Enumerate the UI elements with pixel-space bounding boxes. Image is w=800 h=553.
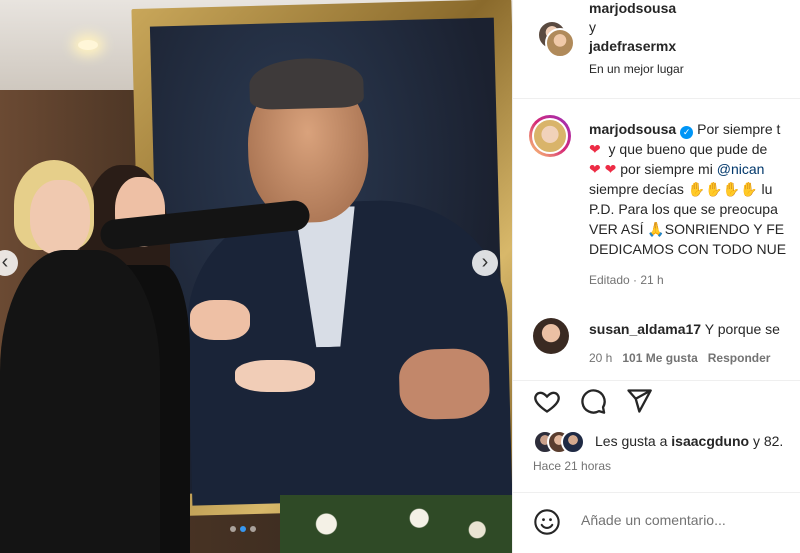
chevron-left-icon: ‹ (1, 251, 9, 273)
comment-body: Y porque se (704, 321, 780, 337)
portrait-canvas (149, 17, 512, 506)
avatar[interactable] (545, 28, 575, 58)
caption-username[interactable]: marjodsousa (589, 121, 676, 137)
portrait-man-hands (398, 347, 491, 421)
likes-prefix: Les gusta a (595, 433, 668, 449)
caption-line-6-suffix: SONRIENDO Y FE (664, 221, 785, 237)
comment-likes[interactable]: 101 Me gusta (622, 351, 697, 365)
carousel-dot (230, 526, 236, 532)
verified-badge-icon: ✓ (680, 126, 694, 139)
portrait-man-hair (248, 57, 365, 110)
pray-emoji-icon: 🙏 (647, 221, 665, 237)
emoji-icon[interactable] (533, 508, 561, 536)
heart-outline-icon[interactable] (533, 387, 561, 415)
chevron-right-icon: › (481, 251, 489, 273)
likes-user[interactable]: isaacgduno (671, 433, 749, 449)
add-comment-bar (513, 492, 800, 553)
caption-line-3: por siempre mi (620, 161, 713, 177)
comment-input[interactable] (579, 511, 783, 529)
ceiling-lamp (78, 40, 98, 50)
comment-meta: 20 h 101 Me gusta Responder (589, 351, 770, 365)
comment-time: 20 h (589, 351, 613, 365)
action-bar (513, 380, 800, 421)
caption-line-2: y que bueno que pude de (608, 141, 768, 157)
collab-names: marjodsousa y jadefrasermx (589, 0, 676, 56)
caption-mention[interactable]: @nican (717, 161, 765, 177)
post-photo: ‹ › (0, 0, 512, 553)
comment-avatar[interactable] (533, 318, 569, 354)
likes-summary[interactable]: Les gusta a isaacgduno y 82. (595, 433, 783, 449)
caption-avatar[interactable] (529, 115, 571, 157)
caption-line-1: Por siempre t (697, 121, 781, 137)
heart-emoji-icon: ❤ (589, 141, 601, 157)
collab-user-1[interactable]: marjodsousa (589, 0, 676, 18)
post-header: marjodsousa y jadefrasermx En un mejor l… (513, 0, 800, 99)
collab-joiner: y (589, 19, 596, 35)
clap-emoji-icon: ✋✋✋✋ (687, 181, 758, 197)
caption-line-6: VER ASÍ (589, 221, 644, 237)
post-location[interactable]: En un mejor lugar (589, 62, 684, 76)
avatar[interactable] (561, 430, 585, 454)
comment-username[interactable]: susan_aldama17 (589, 321, 701, 337)
paper-plane-icon[interactable] (625, 387, 653, 415)
woman-hand-2 (190, 300, 250, 340)
comment-bubble-icon[interactable] (579, 387, 607, 415)
comment-text: susan_aldama17 Y porque se (589, 321, 780, 337)
carousel-dot (250, 526, 256, 532)
likes-row: Les gusta a isaacgduno y 82. (533, 430, 800, 454)
comments-list[interactable]: marjodsousa ✓ Por siempre t ❤ y que bueno … (513, 99, 800, 379)
collab-avatars[interactable] (537, 20, 577, 60)
heart-emoji-icon: ❤ ❤ (589, 161, 617, 177)
caption-line-5: P.D. Para los que se preocupa (589, 201, 778, 217)
carousel-next-button[interactable]: › (472, 250, 498, 276)
collab-user-2[interactable]: jadefrasermx (589, 37, 676, 56)
carousel-dot-active (240, 526, 246, 532)
likes-suffix: y 82. (752, 433, 784, 449)
post-side-panel: marjodsousa y jadefrasermx En un mejor l… (512, 0, 800, 553)
caption-meta: Editado · 21 h (589, 273, 664, 287)
caption-line-4: siempre decías (589, 181, 684, 197)
post-caption: marjodsousa ✓ Por siempre t ❤ y que bueno … (589, 119, 800, 259)
post-timestamp: Hace 21 horas (533, 459, 612, 473)
caption-line-4-suffix: lu (761, 181, 773, 197)
comment-reply-button[interactable]: Responder (708, 351, 771, 365)
carousel-dots (230, 526, 256, 532)
caption-line-7: DEDICAMOS CON TODO NUE (589, 241, 787, 257)
woman-hand (235, 360, 315, 392)
flowers (280, 495, 512, 553)
